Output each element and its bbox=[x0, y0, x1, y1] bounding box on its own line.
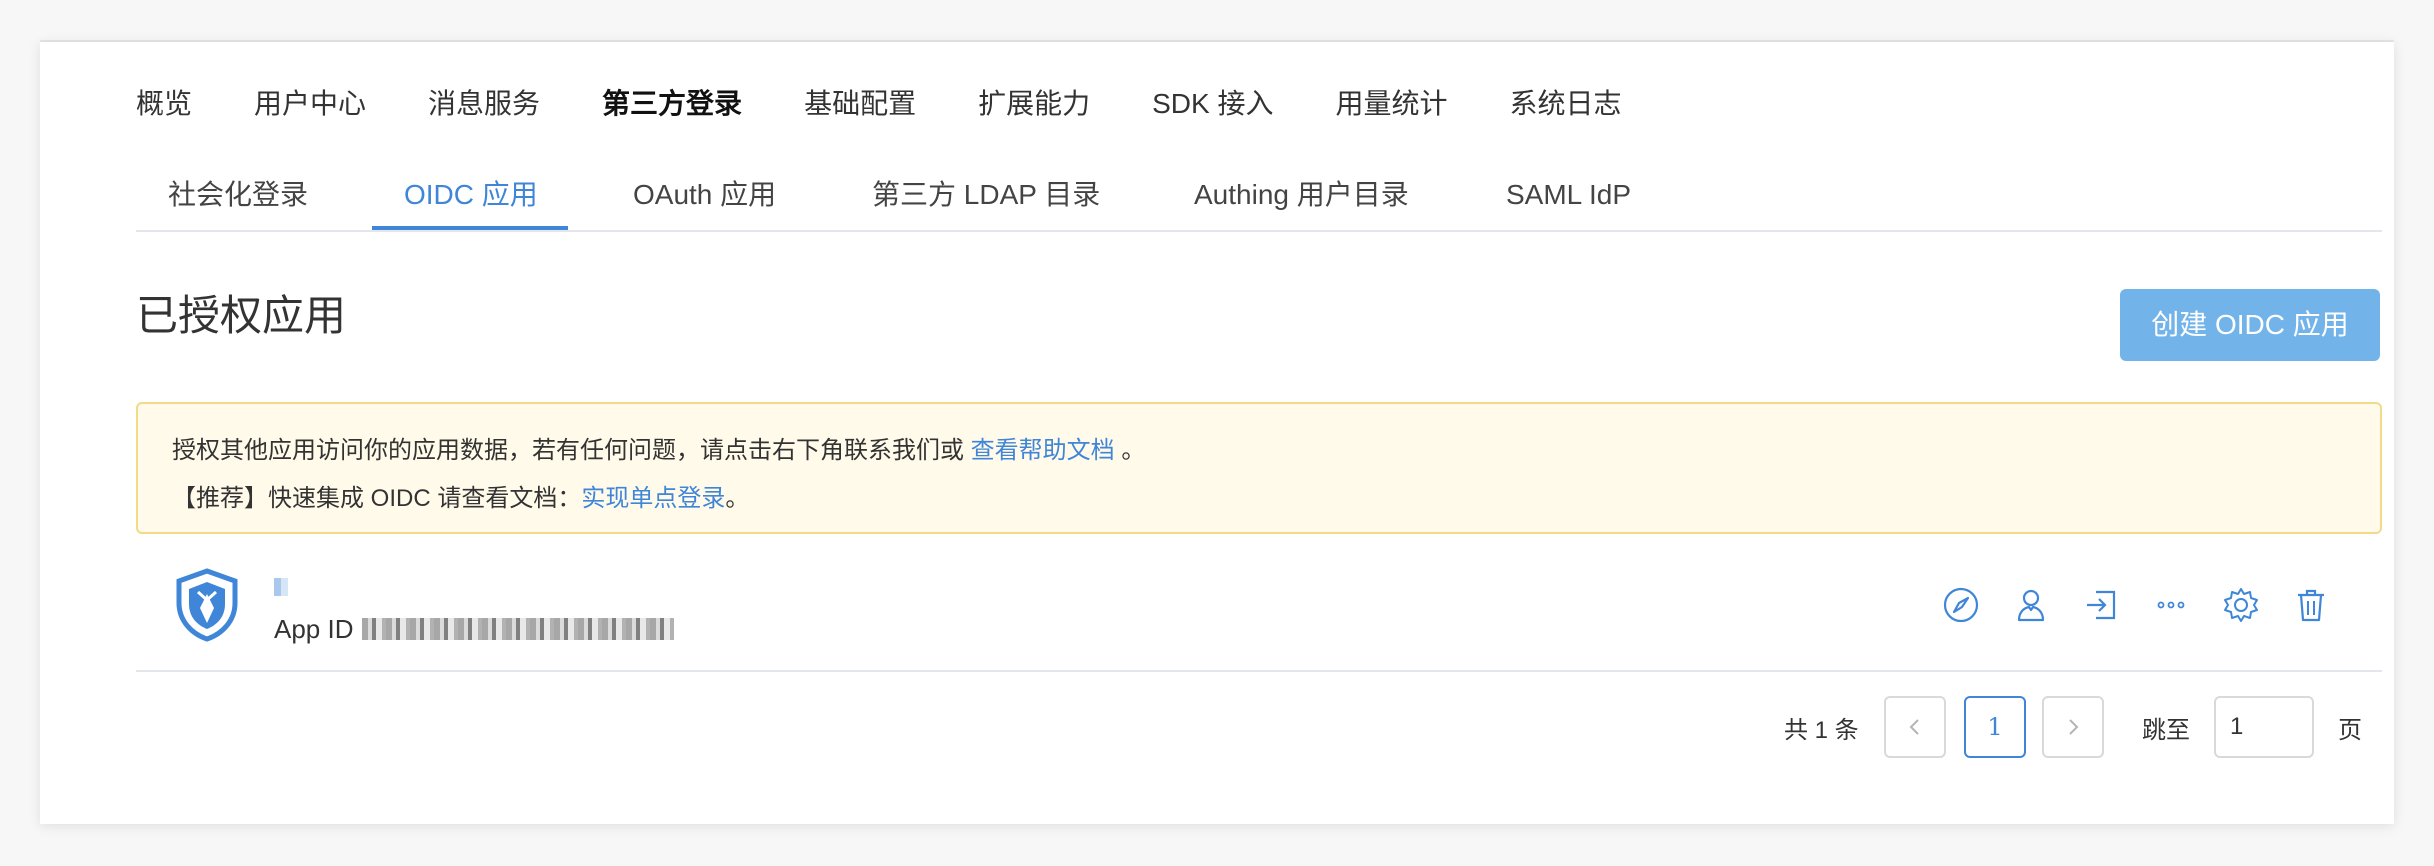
notice-text-2: 【推荐】快速集成 OIDC 请查看文档： bbox=[172, 485, 582, 512]
app-list-item: App ID bbox=[136, 548, 2382, 672]
page-number-1[interactable]: 1 bbox=[1964, 696, 2026, 758]
notice-end-1: 。 bbox=[1114, 437, 1146, 464]
active-tab-indicator bbox=[372, 226, 568, 230]
jump-to-label: 跳至 bbox=[2142, 717, 2190, 744]
create-oidc-app-button[interactable]: 创建 OIDC 应用 bbox=[2120, 289, 2380, 361]
login-icon[interactable] bbox=[2082, 586, 2120, 624]
chevron-left-icon bbox=[1909, 719, 1919, 735]
sub-nav-tabs: 社会化登录 OIDC 应用 OAuth 应用 第三方 LDAP 目录 Authi… bbox=[136, 162, 2382, 232]
nav-user-center[interactable]: 用户中心 bbox=[254, 80, 366, 128]
nav-sdk[interactable]: SDK 接入 bbox=[1152, 80, 1273, 128]
info-notice: 授权其他应用访问你的应用数据，若有任何问题，请点击右下角联系我们或 查看帮助文档… bbox=[136, 402, 2382, 534]
nav-extensions[interactable]: 扩展能力 bbox=[978, 80, 1090, 128]
tab-oauth-apps[interactable]: OAuth 应用 bbox=[633, 162, 776, 228]
help-docs-link[interactable]: 查看帮助文档 bbox=[971, 437, 1115, 464]
notice-text-1: 授权其他应用访问你的应用数据，若有任何问题，请点击右下角联系我们或 bbox=[172, 437, 971, 464]
next-page-button[interactable] bbox=[2042, 696, 2104, 758]
nav-usage-stats[interactable]: 用量统计 bbox=[1335, 80, 1447, 128]
tab-oidc-apps[interactable]: OIDC 应用 bbox=[404, 162, 538, 228]
page-unit-label: 页 bbox=[2338, 717, 2362, 744]
nav-basic-config[interactable]: 基础配置 bbox=[804, 80, 916, 128]
tab-saml-idp[interactable]: SAML IdP bbox=[1506, 162, 1631, 228]
jump-to-page-input[interactable] bbox=[2214, 696, 2314, 758]
sso-docs-link[interactable]: 实现单点登录 bbox=[581, 485, 725, 512]
main-nav: 概览 用户中心 消息服务 第三方登录 基础配置 扩展能力 SDK 接入 用量统计… bbox=[136, 80, 1683, 128]
notice-line-1: 授权其他应用访问你的应用数据，若有任何问题，请点击右下角联系我们或 查看帮助文档… bbox=[172, 430, 1145, 465]
nav-message-service[interactable]: 消息服务 bbox=[428, 80, 540, 128]
user-icon[interactable] bbox=[2012, 586, 2050, 624]
nav-third-party-login[interactable]: 第三方登录 bbox=[602, 80, 742, 128]
prev-page-button[interactable] bbox=[1884, 696, 1946, 758]
notice-line-2: 【推荐】快速集成 OIDC 请查看文档：实现单点登录。 bbox=[172, 478, 749, 513]
compass-icon[interactable] bbox=[1942, 586, 1980, 624]
more-icon[interactable] bbox=[2152, 586, 2190, 624]
tab-ldap-directory[interactable]: 第三方 LDAP 目录 bbox=[872, 162, 1100, 228]
settings-icon[interactable] bbox=[2222, 586, 2260, 624]
app-id-value-redacted bbox=[361, 618, 674, 641]
trash-icon[interactable] bbox=[2292, 586, 2330, 624]
chevron-right-icon bbox=[2069, 719, 2079, 735]
shield-logo-icon bbox=[176, 568, 238, 642]
nav-system-logs[interactable]: 系统日志 bbox=[1509, 80, 1621, 128]
nav-overview[interactable]: 概览 bbox=[136, 80, 192, 128]
tab-social-login[interactable]: 社会化登录 bbox=[168, 162, 308, 228]
tab-authing-directory[interactable]: Authing 用户目录 bbox=[1194, 162, 1409, 228]
notice-end-2: 。 bbox=[725, 485, 750, 512]
app-actions bbox=[1942, 586, 2330, 624]
app-id: App ID bbox=[274, 614, 674, 645]
app-name-redacted bbox=[274, 578, 288, 596]
page-title: 已授权应用 bbox=[136, 292, 347, 339]
total-count: 共 1 条 bbox=[1784, 717, 1859, 744]
app-id-label: App ID bbox=[274, 614, 354, 644]
